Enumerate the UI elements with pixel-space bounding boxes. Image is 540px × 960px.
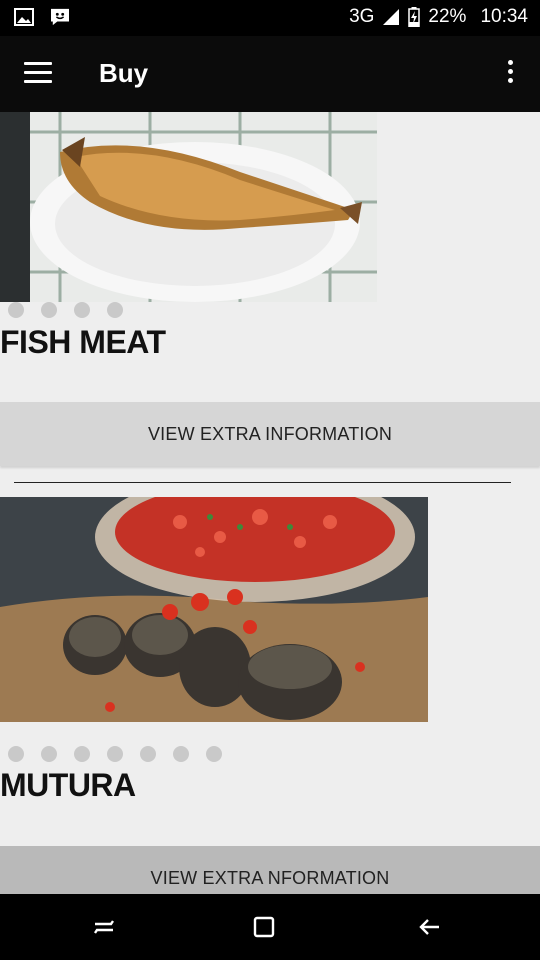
- home-icon[interactable]: [249, 912, 279, 942]
- battery-percent: 22%: [428, 6, 467, 27]
- mutura-image-indicator: [8, 746, 222, 762]
- carousel-dot[interactable]: [8, 302, 24, 318]
- product-name: FISH MEAT: [0, 324, 166, 360]
- carousel-dot[interactable]: [74, 746, 90, 762]
- carousel-dot[interactable]: [140, 746, 156, 762]
- carousel-dot[interactable]: [41, 746, 57, 762]
- carousel-dot[interactable]: [206, 746, 222, 762]
- product-list[interactable]: FISH MEAT VIEW EXTRA INFORMATION MUTURA …: [0, 112, 540, 894]
- fish-meat-photo[interactable]: [0, 112, 377, 302]
- gallery-notification-icon: [14, 8, 34, 26]
- carousel-dot[interactable]: [8, 746, 24, 762]
- carousel-dot[interactable]: [107, 302, 123, 318]
- fish-image-indicator: [8, 302, 123, 318]
- network-type-label: 3G: [349, 6, 375, 27]
- clock: 10:34: [480, 6, 528, 27]
- overflow-menu-icon[interactable]: [500, 60, 520, 90]
- carousel-dot[interactable]: [74, 302, 90, 318]
- battery-charging-icon: [408, 7, 421, 27]
- page-title: Buy: [99, 58, 149, 88]
- view-extra-info-button[interactable]: VIEW EXTRA NFORMATION: [0, 846, 540, 894]
- carousel-dot[interactable]: [173, 746, 189, 762]
- recent-apps-icon[interactable]: [89, 912, 119, 942]
- system-navigation-bar: [0, 894, 540, 960]
- signal-icon: [383, 9, 400, 25]
- carousel-dot[interactable]: [41, 302, 57, 318]
- status-bar: 3G 22% 10:34: [0, 0, 540, 36]
- message-notification-icon: [51, 8, 69, 26]
- product-name: MUTURA: [0, 767, 136, 803]
- carousel-dot[interactable]: [107, 746, 123, 762]
- app-bar: Buy: [0, 36, 540, 112]
- view-extra-info-button[interactable]: VIEW EXTRA INFORMATION: [0, 402, 540, 466]
- divider: [14, 482, 511, 483]
- back-icon[interactable]: [415, 912, 445, 942]
- hamburger-menu-icon[interactable]: [24, 62, 52, 84]
- mutura-photo[interactable]: [0, 497, 428, 722]
